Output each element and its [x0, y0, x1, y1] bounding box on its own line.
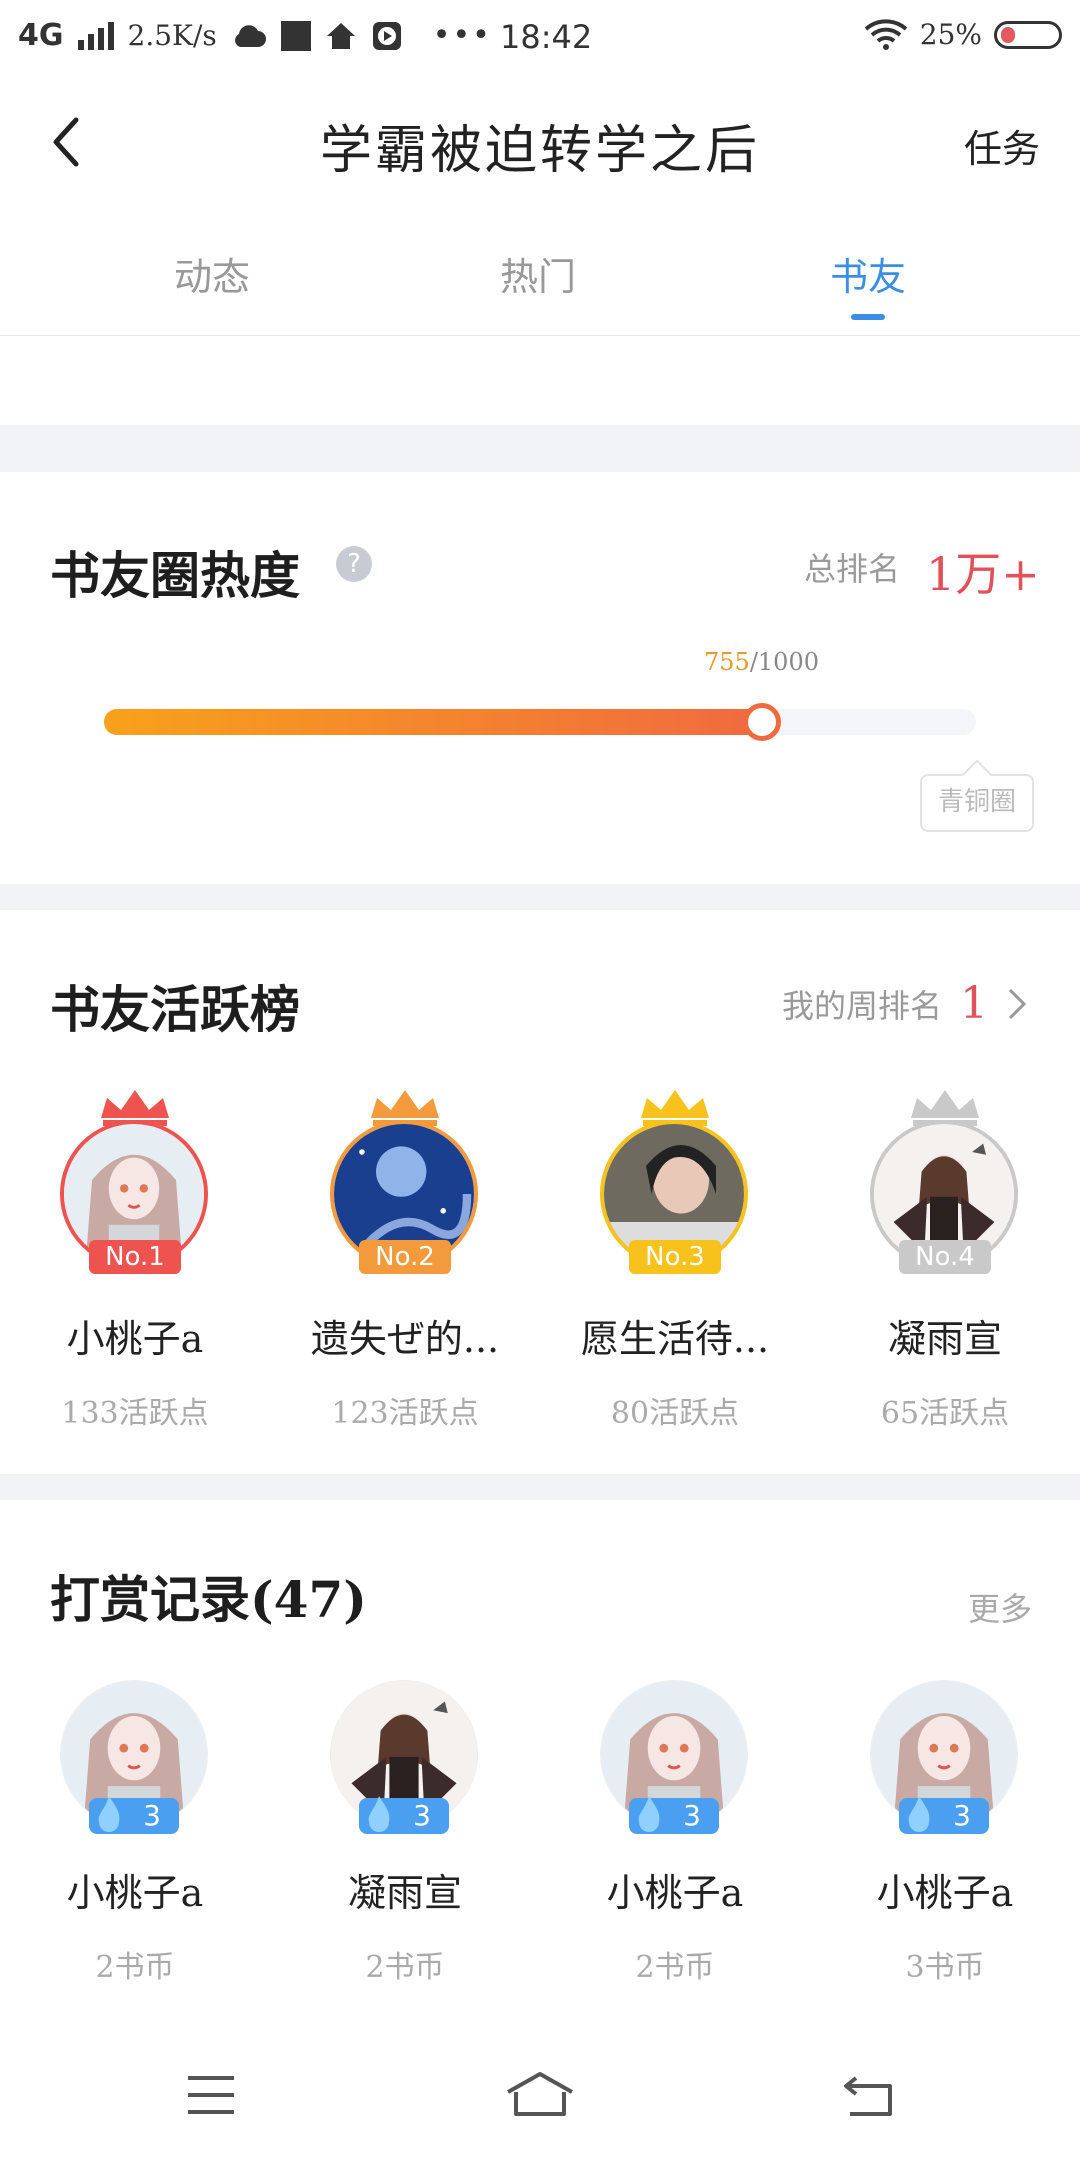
- image-icon: [280, 20, 311, 51]
- help-icon[interactable]: ?: [336, 546, 372, 582]
- member-points: 65活跃点: [880, 1396, 1010, 1431]
- reward-name: 凝雨宣: [347, 1871, 462, 1915]
- status-bar: 4G 2.5K/s ••• 18:42 25%: [0, 0, 1080, 74]
- total-rank-value: 1万+: [926, 547, 1040, 601]
- rewards-title: 打赏记录(47): [50, 1570, 367, 1629]
- more-status-icon: •••: [432, 18, 492, 53]
- page-title: 学霸被迫转学之后: [319, 121, 760, 181]
- wifi-icon: [864, 18, 908, 50]
- member-name: 小桃子a: [66, 1317, 204, 1361]
- active-tab-indicator: [851, 314, 885, 320]
- section-gap: [0, 425, 1080, 472]
- flame-icon: [368, 1796, 390, 1832]
- battery-percent: 25%: [919, 18, 982, 51]
- network-type: 4G: [18, 18, 64, 53]
- member-name: 凝雨宣: [887, 1317, 1002, 1361]
- reward-amount: 2书币: [95, 1950, 175, 1985]
- total-rank-label: 总排名: [804, 550, 901, 588]
- clock: 18:42: [500, 18, 593, 56]
- divider: [0, 335, 1080, 336]
- progress-fill: [104, 709, 763, 735]
- tab-bar: 动态 热门 书友: [0, 246, 1080, 320]
- net-speed: 2.5K/s: [127, 19, 217, 52]
- tab-book-friends[interactable]: 书友: [768, 246, 968, 301]
- rank-badge: No.2: [359, 1240, 451, 1274]
- my-rank-label: 我的周排名: [781, 986, 942, 1025]
- heat-title: 书友圈热度: [50, 546, 300, 605]
- progress-total: /1000: [749, 648, 819, 676]
- progress-text: 755/1000: [704, 648, 819, 676]
- back-nav-icon[interactable]: [842, 2074, 896, 2118]
- reward-name: 小桃子a: [66, 1871, 204, 1915]
- tab-dynamics[interactable]: 动态: [112, 246, 312, 301]
- level-tip: 青铜圈: [920, 774, 1034, 832]
- system-nav-bar: [0, 2040, 1080, 2160]
- reward-name: 小桃子a: [876, 1871, 1014, 1915]
- level-badge: 3: [899, 1796, 989, 1834]
- tab-hot[interactable]: 热门: [438, 246, 638, 301]
- menu-icon[interactable]: [186, 2074, 236, 2116]
- cloud-icon: [234, 24, 266, 47]
- member-points: 123活跃点: [331, 1396, 479, 1431]
- progress-current: 755: [704, 648, 750, 676]
- rank-badge: No.4: [899, 1240, 991, 1274]
- section-gap: [0, 884, 1080, 910]
- home-icon[interactable]: [504, 2070, 576, 2118]
- member-points: 133活跃点: [61, 1396, 209, 1431]
- member-name: 愿生活待...: [580, 1317, 770, 1361]
- rank-badge: No.1: [89, 1240, 181, 1274]
- progress-knob: [743, 703, 782, 741]
- more-link[interactable]: 更多: [968, 1584, 1032, 1630]
- level-badge: 3: [629, 1796, 719, 1834]
- home-status-icon: [326, 22, 355, 49]
- reward-amount: 2书币: [635, 1950, 715, 1985]
- active-board-title: 书友活跃榜: [50, 980, 300, 1039]
- my-rank-value: 1: [960, 978, 988, 1029]
- signal-icon: [77, 21, 114, 50]
- reward-amount: 3书币: [905, 1950, 985, 1985]
- level-number: 3: [683, 1799, 701, 1832]
- flame-icon: [638, 1796, 660, 1832]
- reward-amount: 2书币: [365, 1950, 445, 1985]
- level-number: 3: [953, 1799, 971, 1832]
- chevron-right-icon: [1008, 988, 1027, 1019]
- level-badge: 3: [359, 1796, 449, 1834]
- level-badge: 3: [89, 1796, 179, 1834]
- level-number: 3: [413, 1799, 431, 1832]
- member-points: 80活跃点: [610, 1396, 740, 1431]
- section-gap: [0, 1474, 1080, 1500]
- task-button[interactable]: 任务: [964, 118, 1040, 173]
- play-icon: [372, 21, 401, 50]
- my-week-rank[interactable]: 我的周排名 1: [782, 978, 1028, 1029]
- level-number: 3: [143, 1799, 161, 1832]
- reward-name: 小桃子a: [606, 1871, 744, 1915]
- member-name: 遗失ぜ的...: [310, 1317, 500, 1361]
- flame-icon: [908, 1796, 930, 1832]
- battery-icon: [994, 20, 1062, 49]
- rank-badge: No.3: [629, 1240, 721, 1274]
- flame-icon: [98, 1796, 120, 1832]
